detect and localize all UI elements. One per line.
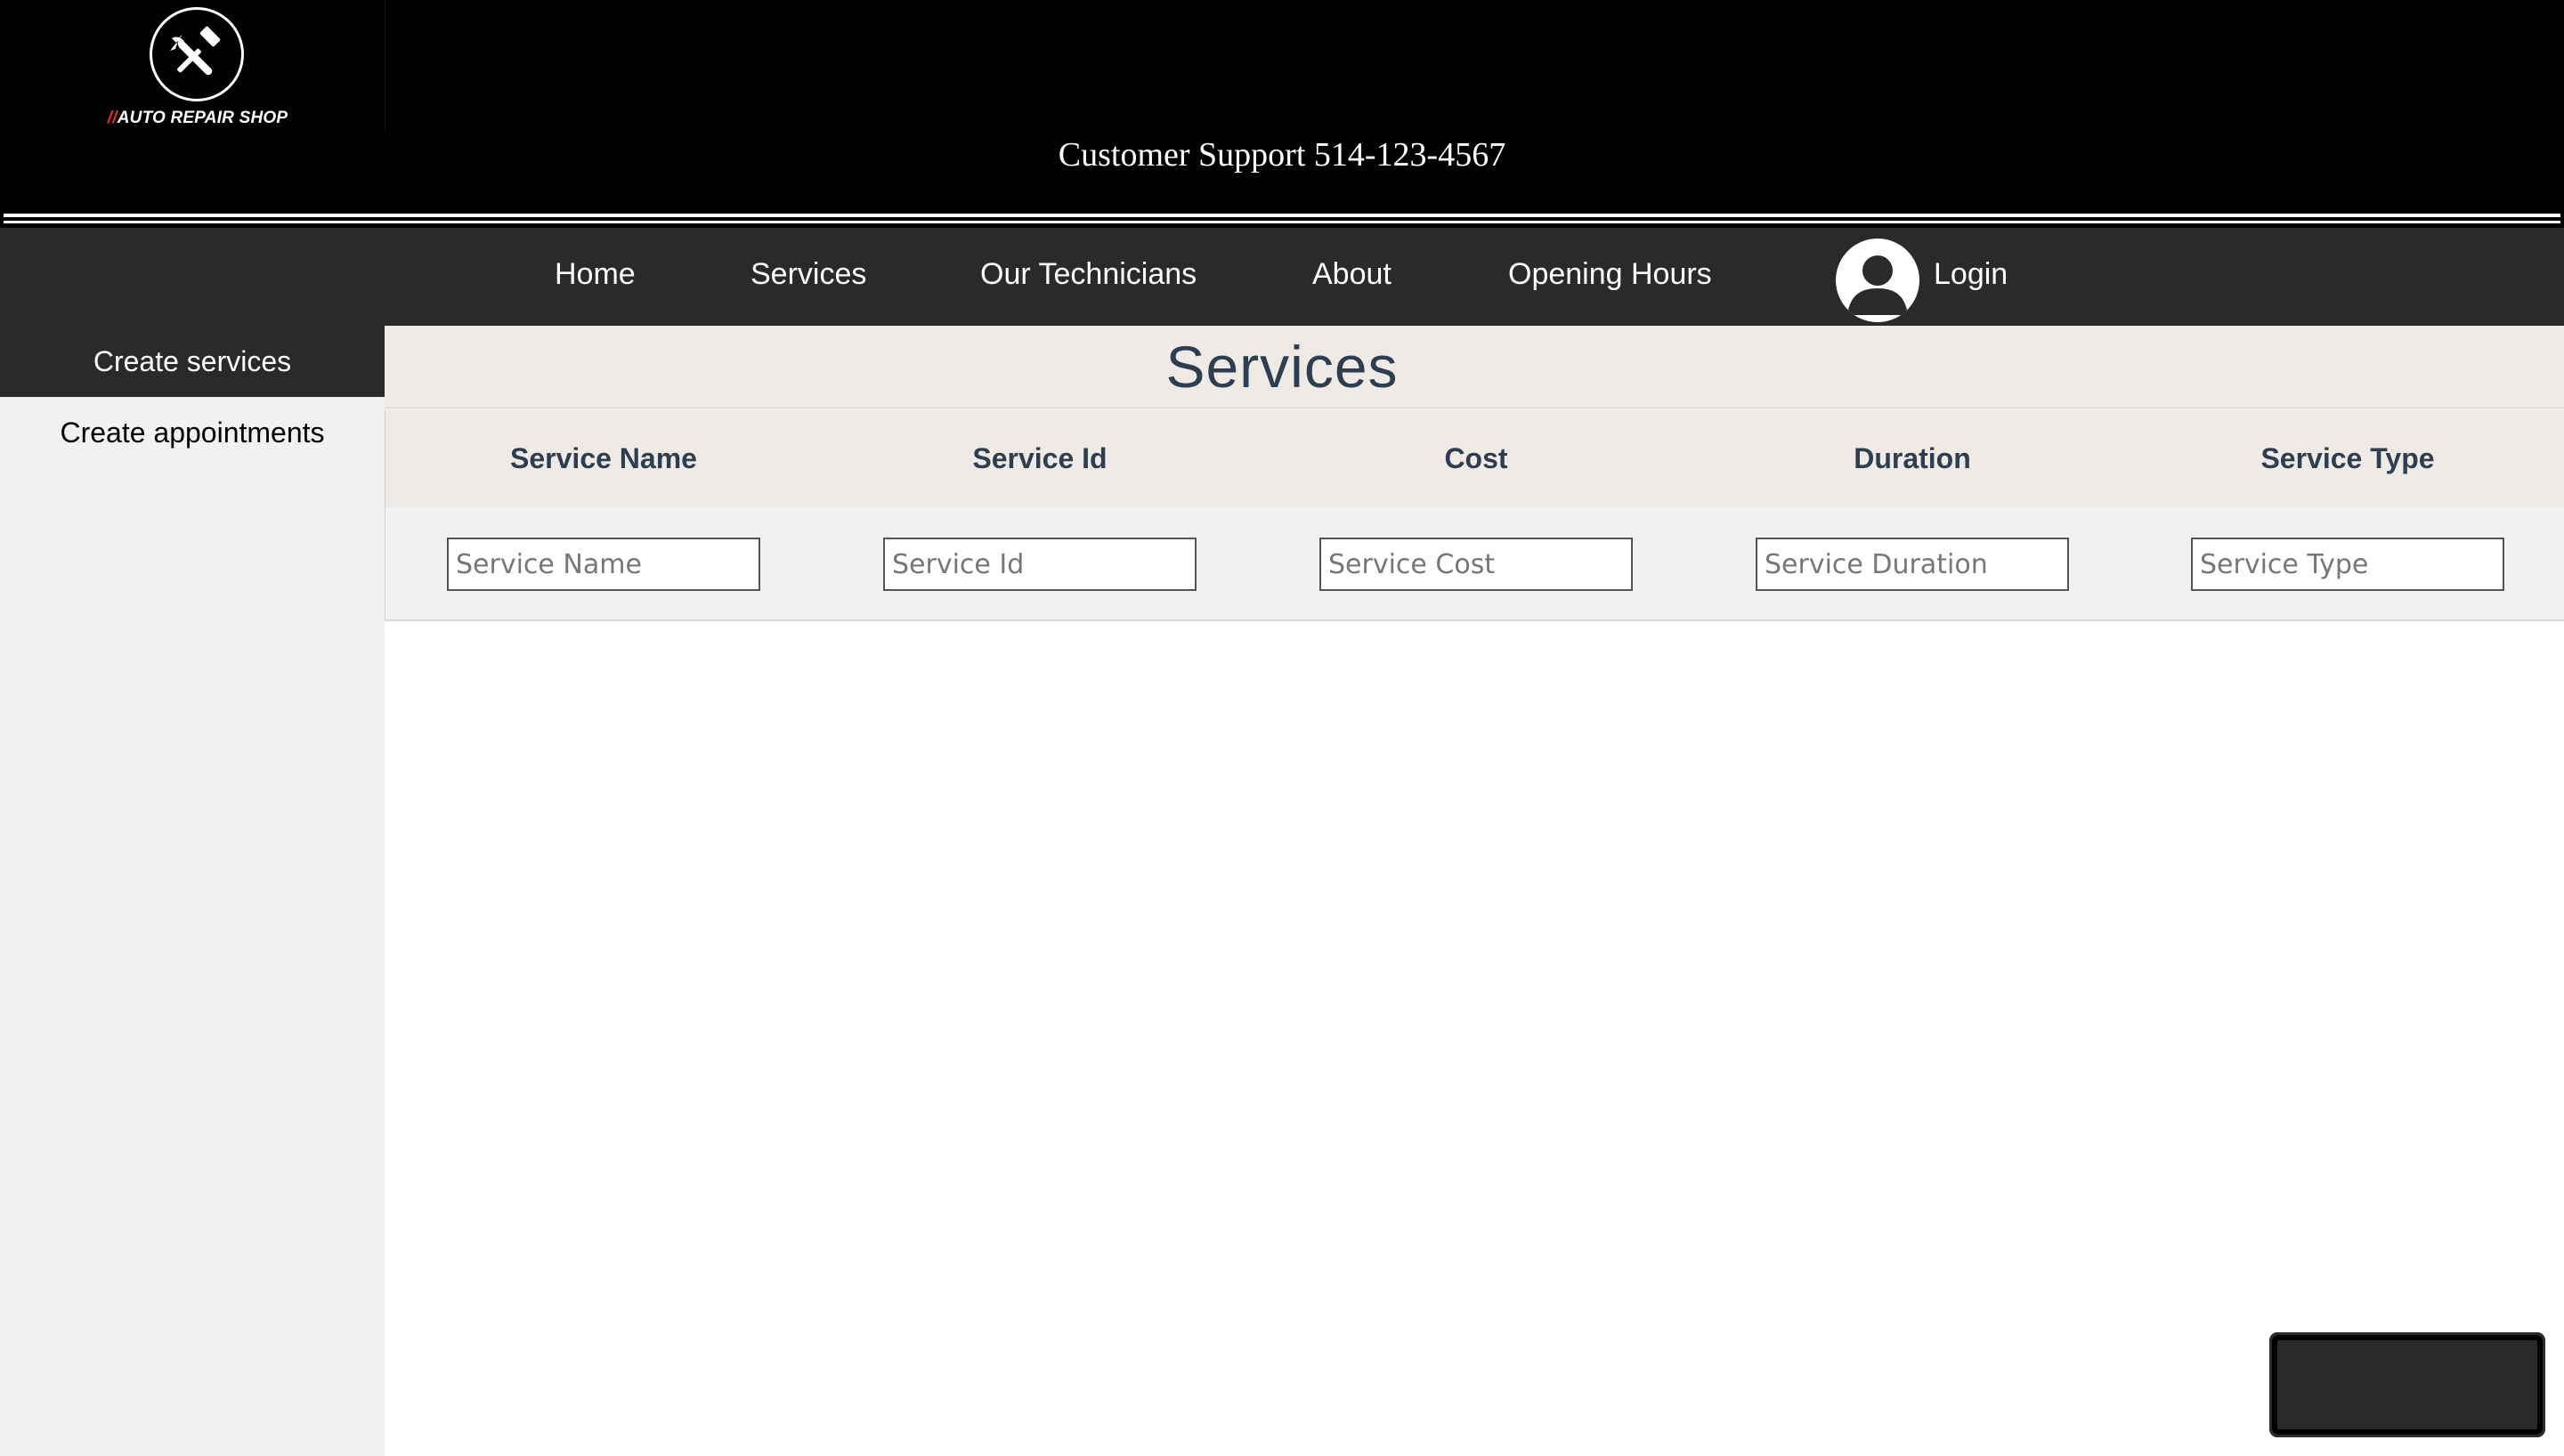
column-header-duration: Duration (1854, 442, 1971, 474)
logo[interactable]: //AUTO REPAIR SHOP (4, 0, 385, 133)
logo-text: //AUTO REPAIR SHOP (107, 109, 288, 127)
user-avatar-icon[interactable] (1836, 239, 1919, 322)
nav-opening-hours[interactable]: Opening Hours (1508, 228, 1712, 326)
sidebar-item-create-appointments[interactable]: Create appointments (0, 397, 385, 468)
nav-our-technicians[interactable]: Our Technicians (980, 228, 1197, 326)
nav-home[interactable]: Home (555, 228, 636, 326)
column-header-service-name: Service Name (510, 442, 697, 474)
main-nav: Home Services Our Technicians About Open… (0, 228, 2564, 326)
header-divider (4, 221, 2560, 223)
service-id-input[interactable] (883, 538, 1197, 591)
service-name-input[interactable] (447, 538, 760, 591)
nav-services[interactable]: Services (751, 228, 866, 326)
floating-widget[interactable] (2269, 1332, 2545, 1437)
table-row (385, 507, 2564, 621)
service-type-input[interactable] (2191, 538, 2504, 591)
page-title: Services (1165, 334, 1399, 400)
column-header-cost: Cost (1444, 442, 1508, 474)
page-title-bar: Services (385, 326, 2564, 408)
column-header-service-id: Service Id (972, 442, 1108, 474)
service-cost-input[interactable] (1319, 538, 1633, 591)
sidebar-item-create-services[interactable]: Create services (0, 326, 385, 397)
header-divider (4, 214, 2560, 217)
site-header: //AUTO REPAIR SHOP Customer Support 514-… (0, 0, 2564, 228)
column-header-service-type: Service Type (2260, 442, 2435, 474)
table-header: Service Name Service Id Cost Duration Se… (385, 409, 2564, 507)
customer-support-text: Customer Support 514-123-4567 (1058, 136, 1506, 174)
nav-login[interactable]: Login (1934, 228, 2008, 326)
service-duration-input[interactable] (1756, 538, 2069, 591)
sidebar: Create services Create appointments (0, 326, 385, 1456)
nav-about[interactable]: About (1312, 228, 1392, 326)
tools-icon (150, 7, 244, 101)
